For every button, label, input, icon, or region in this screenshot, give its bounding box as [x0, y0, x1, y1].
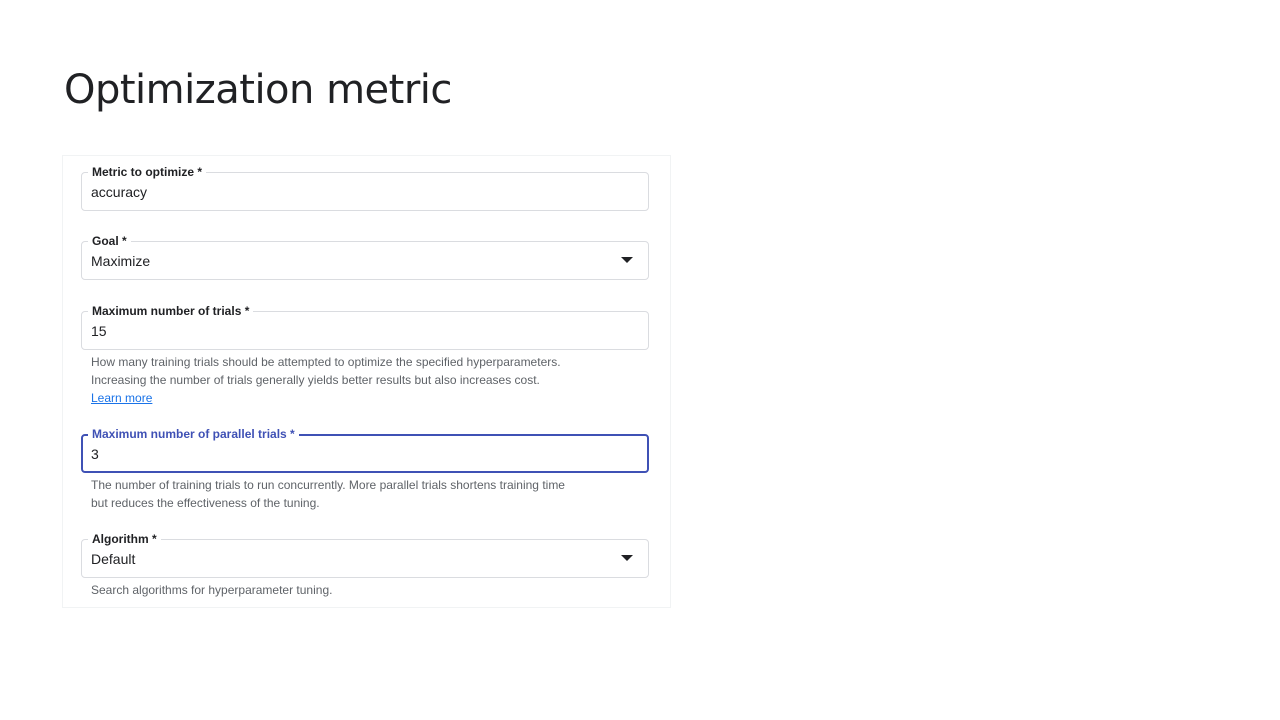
max-trials-value[interactable]: 15	[91, 322, 107, 340]
max-parallel-trials-field[interactable]: Maximum number of parallel trials * 3	[81, 426, 649, 473]
arrow-drop-down-icon[interactable]	[621, 257, 633, 263]
algorithm-value[interactable]: Default	[91, 550, 135, 568]
max-parallel-trials-hint-line-2: but reduces the effectiveness of the tun…	[91, 496, 320, 510]
max-trials-label: Maximum number of trials *	[88, 303, 254, 319]
max-trials-hint: How many training trials should be attem…	[91, 353, 651, 407]
max-parallel-trials-value[interactable]: 3	[91, 445, 99, 463]
max-trials-hint-line-1: How many training trials should be attem…	[91, 355, 561, 369]
arrow-drop-down-icon[interactable]	[621, 555, 633, 561]
algorithm-label: Algorithm *	[88, 531, 161, 547]
algorithm-hint: Search algorithms for hyperparameter tun…	[91, 583, 333, 597]
max-parallel-trials-hint-line-1: The number of training trials to run con…	[91, 478, 565, 492]
max-trials-hint-line-2: Increasing the number of trials generall…	[91, 373, 540, 387]
metric-to-optimize-field[interactable]: Metric to optimize * accuracy	[81, 164, 649, 211]
max-trials-field[interactable]: Maximum number of trials * 15	[81, 303, 649, 350]
page-title: Optimization metric	[64, 67, 452, 113]
goal-value[interactable]: Maximize	[91, 252, 150, 270]
algorithm-select[interactable]: Algorithm * Default	[81, 531, 649, 578]
max-parallel-trials-label: Maximum number of parallel trials *	[88, 426, 299, 442]
goal-select[interactable]: Goal * Maximize	[81, 233, 649, 280]
metric-to-optimize-label: Metric to optimize *	[88, 164, 207, 180]
goal-label: Goal *	[88, 233, 131, 249]
max-parallel-trials-hint: The number of training trials to run con…	[91, 476, 651, 512]
metric-to-optimize-value[interactable]: accuracy	[91, 183, 147, 201]
learn-more-link[interactable]: Learn more	[91, 391, 152, 405]
